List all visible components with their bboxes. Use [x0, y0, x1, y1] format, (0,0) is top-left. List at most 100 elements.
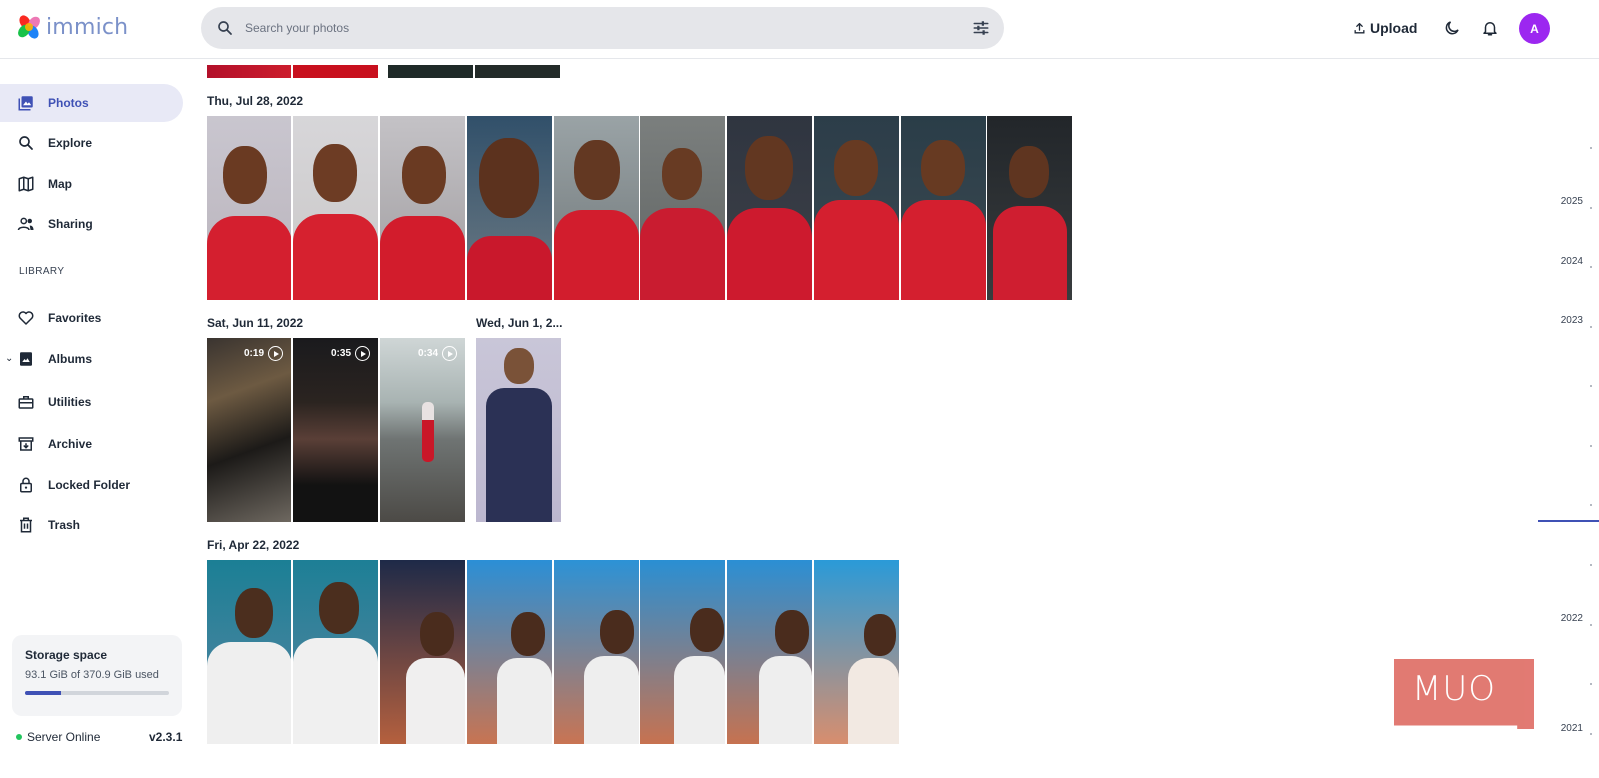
video-duration: 0:35	[331, 346, 370, 361]
shirt	[584, 656, 639, 744]
online-dot-icon	[16, 734, 22, 740]
scrubber-year[interactable]: 2025	[1561, 196, 1583, 207]
photo-thumbnail[interactable]	[554, 560, 639, 744]
face	[420, 612, 454, 656]
video-thumbnail[interactable]: 0:35	[293, 338, 378, 522]
scrubber-year[interactable]: 2022	[1561, 613, 1583, 624]
shirt	[293, 214, 378, 300]
shirt	[674, 656, 725, 744]
date-group-header[interactable]: Wed, Jun 1, 2...	[476, 316, 562, 330]
video-thumbnail[interactable]: 0:19	[207, 338, 291, 522]
photo-thumbnail[interactable]	[475, 65, 560, 78]
photo-thumbnail[interactable]	[727, 560, 812, 744]
immich-logo[interactable]: immich	[16, 14, 128, 40]
scrubber-year[interactable]: 2021	[1561, 723, 1583, 734]
photo-thumbnail[interactable]	[207, 116, 291, 300]
sidebar-item-label: Favorites	[48, 311, 102, 325]
face	[921, 140, 965, 196]
sidebar-item-sharing[interactable]: Sharing	[0, 205, 183, 243]
photo-thumbnail[interactable]	[476, 338, 561, 522]
sidebar-item-photos[interactable]: Photos	[0, 84, 183, 122]
video-thumbnail[interactable]: 0:34	[380, 338, 465, 522]
shirt	[293, 638, 378, 744]
people-icon	[17, 217, 34, 231]
face	[574, 140, 620, 200]
shirt	[467, 236, 552, 300]
sidebar-item-label: Sharing	[48, 217, 93, 231]
face	[775, 610, 809, 654]
scrubber-year[interactable]: 2023	[1561, 315, 1583, 326]
search-options-icon[interactable]	[972, 19, 990, 37]
photo-thumbnail[interactable]	[640, 560, 725, 744]
sidebar-item-map[interactable]: Map	[0, 165, 183, 203]
shirt	[497, 658, 552, 744]
photo-thumbnail[interactable]	[293, 560, 378, 744]
server-status: Server Online	[16, 730, 100, 744]
storage-bar-fill	[25, 691, 62, 695]
photo-timeline[interactable]: Thu, Jul 28, 2022 Sat, Jun 11, 2022 0:19…	[195, 59, 1530, 778]
photo-thumbnail[interactable]	[814, 560, 899, 744]
photo-thumbnail[interactable]	[640, 116, 725, 300]
upload-label: Upload	[1370, 20, 1418, 36]
face	[511, 612, 545, 656]
photo-thumbnail[interactable]	[380, 116, 465, 300]
shirt	[640, 208, 725, 300]
scrubber-year[interactable]: 2024	[1561, 256, 1583, 267]
photo-thumbnail[interactable]	[467, 116, 552, 300]
date-group-header[interactable]: Sat, Jun 11, 2022	[207, 316, 303, 330]
shirt	[406, 658, 465, 744]
photo-thumbnail[interactable]	[727, 116, 812, 300]
photo-thumbnail[interactable]	[207, 560, 291, 744]
face	[864, 614, 896, 656]
photo-thumbnail[interactable]	[987, 116, 1072, 300]
sidebar-item-albums[interactable]: Albums	[0, 340, 183, 378]
shirt	[207, 216, 291, 300]
date-group-header[interactable]: Fri, Apr 22, 2022	[207, 538, 299, 552]
face	[479, 138, 539, 218]
timeline-scrubber[interactable]: 2025 2024 2023 2022 2021	[1530, 59, 1599, 778]
face	[313, 144, 357, 202]
photo-thumbnail[interactable]	[814, 116, 899, 300]
upload-icon	[1354, 22, 1365, 33]
search-input[interactable]	[245, 17, 945, 39]
photo-thumbnail[interactable]	[380, 560, 465, 744]
sidebar-item-favorites[interactable]: Favorites	[0, 299, 183, 337]
shirt	[486, 388, 552, 522]
sidebar-item-trash[interactable]: Trash	[0, 506, 183, 544]
search-icon	[218, 21, 232, 35]
theme-toggle-button[interactable]	[1440, 16, 1464, 40]
sidebar-item-explore[interactable]: Explore	[0, 124, 183, 162]
photo-thumbnail[interactable]	[293, 116, 378, 300]
user-avatar[interactable]: A	[1519, 13, 1550, 44]
notifications-button[interactable]	[1478, 16, 1502, 40]
toolbox-icon	[18, 396, 34, 409]
sidebar-item-archive[interactable]: Archive	[0, 425, 183, 463]
shirt	[901, 200, 986, 300]
play-icon	[442, 346, 457, 361]
shirt	[814, 200, 899, 300]
shirt	[993, 206, 1067, 300]
sidebar-item-utilities[interactable]: Utilities	[0, 383, 183, 421]
storage-card[interactable]: Storage space 93.1 GiB of 370.9 GiB used	[12, 635, 182, 716]
version-label[interactable]: v2.3.1	[149, 730, 182, 744]
top-bar: immich Upload A	[0, 0, 1599, 59]
upload-button[interactable]: Upload	[1353, 16, 1417, 40]
album-icon	[20, 352, 32, 366]
photo-thumbnail[interactable]	[293, 65, 378, 78]
shirt	[727, 208, 812, 300]
photo-thumbnail[interactable]	[207, 65, 291, 78]
heart-icon	[18, 311, 34, 325]
face	[1009, 146, 1049, 198]
date-group-header[interactable]: Thu, Jul 28, 2022	[207, 94, 303, 108]
photo-thumbnail[interactable]	[388, 65, 473, 78]
face	[402, 146, 446, 204]
moon-icon	[1445, 21, 1459, 35]
shirt	[207, 642, 291, 744]
search-bar[interactable]	[201, 7, 1004, 49]
sidebar-item-locked-folder[interactable]: Locked Folder	[0, 466, 183, 504]
photo-thumbnail[interactable]	[901, 116, 986, 300]
storage-usage: 93.1 GiB of 370.9 GiB used	[25, 669, 159, 681]
face	[745, 136, 793, 200]
photo-thumbnail[interactable]	[554, 116, 639, 300]
photo-thumbnail[interactable]	[467, 560, 552, 744]
